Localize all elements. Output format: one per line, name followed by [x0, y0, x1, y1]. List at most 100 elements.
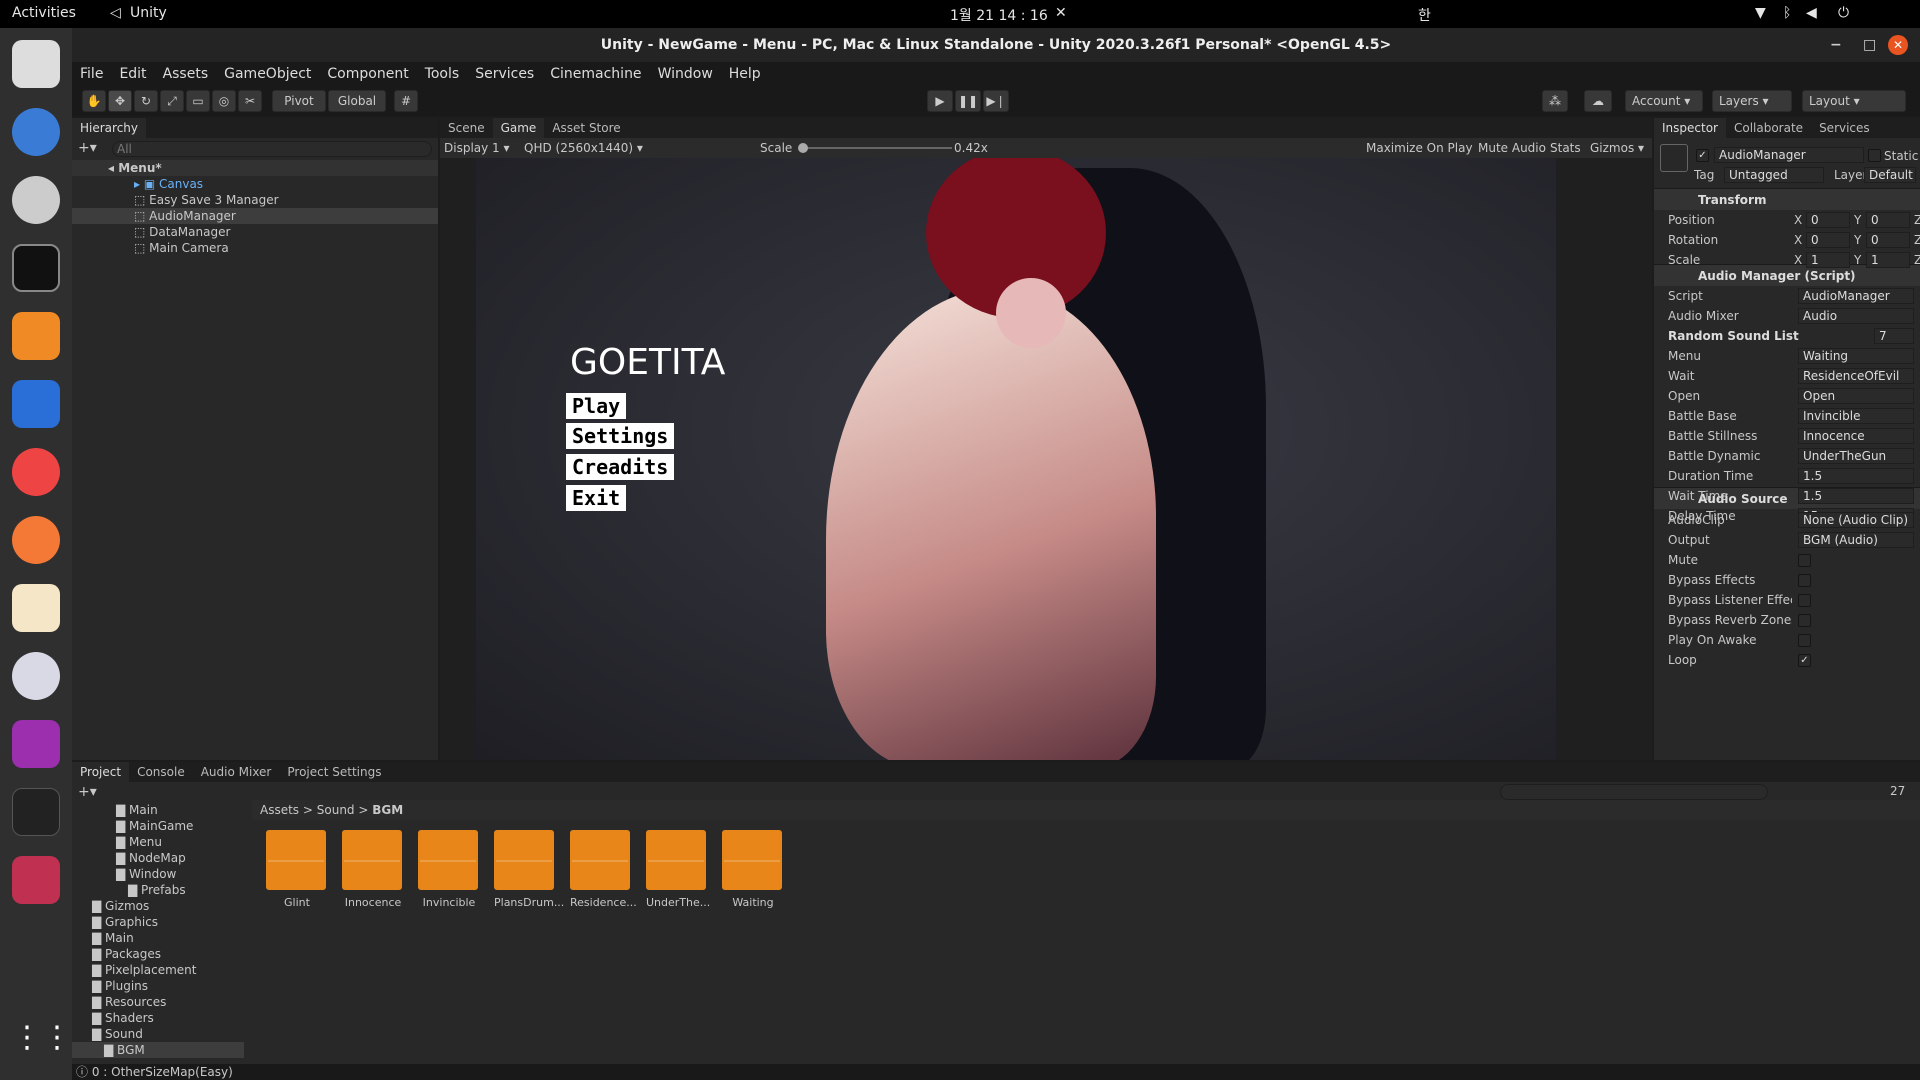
tab-hierarchy[interactable]: Hierarchy	[72, 118, 147, 138]
tab-project[interactable]: Project	[72, 762, 130, 782]
account-dropdown[interactable]: Account ▾	[1625, 90, 1703, 112]
hierarchy-item-audiomanager[interactable]: ⬚ AudioManager	[72, 208, 438, 224]
menu-gameobject[interactable]: GameObject	[216, 62, 319, 86]
audio-source-checkbox[interactable]	[1798, 594, 1811, 607]
tab-audio-mixer[interactable]: Audio Mixer	[193, 762, 280, 782]
transform-header[interactable]: Transform	[1654, 188, 1920, 210]
text-app-icon[interactable]	[12, 720, 60, 768]
maximize-button[interactable]: □	[1863, 28, 1876, 62]
folder-item[interactable]: ▇ BGM	[72, 1042, 244, 1058]
audio-manager-row-value[interactable]: Waiting	[1798, 348, 1914, 364]
clock[interactable]: 1월 21 14 : 16	[950, 5, 1048, 25]
folder-item[interactable]: ▇ MainGame	[72, 818, 244, 834]
layers-dropdown[interactable]: Layers ▾	[1712, 90, 1792, 112]
wifi-icon[interactable]: ▼	[1755, 5, 1766, 21]
transform-y-field[interactable]: 0	[1866, 232, 1910, 248]
audio-source-checkbox[interactable]	[1798, 574, 1811, 587]
audio-source-row-value[interactable]: None (Audio Clip)	[1798, 512, 1914, 528]
maximize-on-play-toggle[interactable]: Maximize On Play	[1366, 138, 1473, 158]
play-button[interactable]: ▶	[927, 90, 953, 112]
folder-item[interactable]: ▇ Main	[72, 802, 244, 818]
transform-tool-icon[interactable]: ◎	[212, 90, 236, 112]
transform-y-field[interactable]: 0	[1866, 212, 1910, 228]
hierarchy-item-canvas[interactable]: ▸ ▣ Canvas	[72, 176, 438, 192]
hierarchy-item-easysave[interactable]: ⬚ Easy Save 3 Manager	[72, 192, 438, 208]
project-search-input[interactable]	[1500, 784, 1768, 800]
grid-snap-icon[interactable]: #	[394, 90, 418, 112]
folder-item[interactable]: ▇ Resources	[72, 994, 244, 1010]
tab-project-settings[interactable]: Project Settings	[279, 762, 389, 782]
rect-tool-icon[interactable]: ▭	[186, 90, 210, 112]
chrome-icon[interactable]	[12, 448, 60, 496]
transform-x-field[interactable]: 1	[1806, 252, 1850, 268]
app-grid-icon[interactable]: ⋮⋮⋮	[12, 1020, 102, 1068]
terminal-icon[interactable]	[12, 244, 60, 292]
game-exit-button[interactable]: Exit	[566, 485, 627, 511]
step-button[interactable]: ▶❘	[983, 90, 1009, 112]
screenshot-app-icon[interactable]	[12, 40, 60, 88]
breadcrumb-bgm[interactable]: BGM	[372, 803, 403, 817]
audio-source-checkbox[interactable]: ✓	[1798, 654, 1811, 667]
audio-manager-row-value[interactable]: 7	[1874, 328, 1914, 344]
folder-item[interactable]: ▇ Prefabs	[72, 882, 244, 898]
audio-source-checkbox[interactable]	[1798, 554, 1811, 567]
menu-help[interactable]: Help	[721, 62, 769, 86]
folder-item[interactable]: ▇ Gizmos	[72, 898, 244, 914]
gizmos-dropdown[interactable]: Gizmos ▾	[1590, 138, 1644, 158]
static-checkbox[interactable]	[1868, 149, 1881, 162]
game-play-button[interactable]: Play	[566, 393, 627, 419]
move-tool-icon[interactable]: ✥	[108, 90, 132, 112]
fox-app-icon[interactable]	[12, 516, 60, 564]
tab-services[interactable]: Services	[1811, 118, 1878, 138]
files-icon[interactable]	[12, 380, 60, 428]
tab-scene[interactable]: Scene	[440, 118, 493, 138]
cloud-icon[interactable]: ☁	[1584, 90, 1612, 112]
audio-manager-row-value[interactable]: Open	[1798, 388, 1914, 404]
folder-item[interactable]: ▇ Menu	[72, 834, 244, 850]
tab-game[interactable]: Game	[492, 118, 545, 138]
bluetooth-icon[interactable]: ᛒ	[1783, 5, 1791, 21]
audio-manager-row-value[interactable]: Audio	[1798, 308, 1914, 324]
audio-manager-row-value[interactable]: 1.5	[1798, 468, 1914, 484]
scale-slider-handle[interactable]	[798, 143, 808, 153]
folder-item[interactable]: ▇ Packages	[72, 946, 244, 962]
object-name-field[interactable]: AudioManager	[1714, 147, 1864, 163]
close-button[interactable]: ✕	[1888, 35, 1908, 55]
hierarchy-item-datamanager[interactable]: ⬚ DataManager	[72, 224, 438, 240]
menu-window[interactable]: Window	[650, 62, 721, 86]
menu-cinemachine[interactable]: Cinemachine	[542, 62, 649, 86]
global-toggle[interactable]: Global	[328, 90, 386, 112]
pause-button[interactable]: ❚❚	[955, 90, 981, 112]
collab-icon[interactable]: ⁂	[1542, 90, 1568, 112]
tab-inspector[interactable]: Inspector	[1654, 118, 1726, 138]
transform-x-field[interactable]: 0	[1806, 212, 1850, 228]
audio-asset[interactable]: PlansDrum...	[494, 830, 564, 909]
folder-item[interactable]: ▇ Sound	[72, 1026, 244, 1042]
power-icon[interactable]: ⏻	[1838, 5, 1849, 21]
status-message[interactable]: 0 : OtherSizeMap(Easy)	[92, 1065, 233, 1079]
hierarchy-add-button[interactable]: +▾	[78, 140, 97, 156]
menu-file[interactable]: File	[72, 62, 111, 86]
scale-tool-icon[interactable]: ⤢	[160, 90, 184, 112]
hierarchy-search-input[interactable]: All	[112, 141, 432, 157]
tab-collaborate[interactable]: Collaborate	[1726, 118, 1811, 138]
monitor-app-icon[interactable]	[12, 108, 60, 156]
pivot-toggle[interactable]: Pivot	[272, 90, 326, 112]
settings-icon[interactable]	[12, 176, 60, 224]
audio-source-row-value[interactable]: BGM (Audio)	[1798, 532, 1914, 548]
active-checkbox[interactable]: ✓	[1696, 149, 1709, 162]
folder-item[interactable]: ▇ Plugins	[72, 978, 244, 994]
game-credits-button[interactable]: Creadits	[566, 454, 675, 480]
resolution-dropdown[interactable]: QHD (2560x1440) ▾	[524, 138, 643, 158]
audio-source-checkbox[interactable]	[1798, 634, 1811, 647]
static-label[interactable]: Static	[1884, 149, 1918, 163]
audio-manager-row-value[interactable]: Invincible	[1798, 408, 1914, 424]
folder-item[interactable]: ▇ Shaders	[72, 1010, 244, 1026]
layout-dropdown[interactable]: Layout ▾	[1802, 90, 1906, 112]
paint-app-icon[interactable]	[12, 584, 60, 632]
audio-manager-row-value[interactable]: Innocence	[1798, 428, 1914, 444]
audio-asset[interactable]: Residence...	[570, 830, 637, 909]
audio-manager-row-value[interactable]: 1.5	[1798, 488, 1914, 504]
game-settings-button[interactable]: Settings	[566, 423, 675, 449]
scale-slider[interactable]	[798, 143, 952, 153]
